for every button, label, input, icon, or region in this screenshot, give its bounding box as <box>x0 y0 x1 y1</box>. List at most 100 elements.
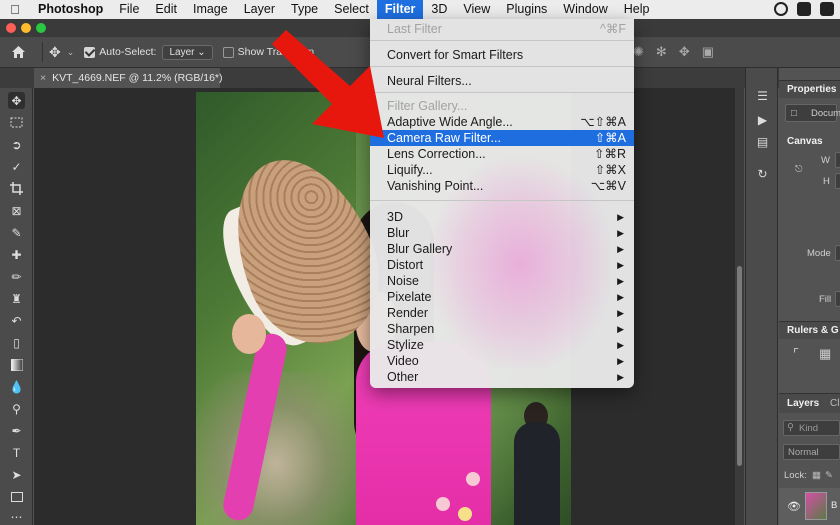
close-tab-icon[interactable]: × <box>40 72 46 84</box>
actions-play-icon[interactable]: ▶ <box>755 112 770 127</box>
menu-item-blur[interactable]: Blur ▶ <box>370 225 634 241</box>
input-source-icon[interactable] <box>820 2 834 16</box>
menu-item-stylize[interactable]: Stylize ▶ <box>370 337 634 353</box>
menu-3d[interactable]: 3D <box>423 0 455 19</box>
zoom-window-button[interactable] <box>36 23 46 33</box>
frame-tool-icon[interactable]: ⊠ <box>8 202 25 219</box>
auto-select-checkbox[interactable] <box>84 46 96 58</box>
menu-layer[interactable]: Layer <box>236 0 283 19</box>
menu-app-photoshop[interactable]: Photoshop <box>30 0 111 19</box>
document-type-label: Docum <box>811 108 840 119</box>
menu-window[interactable]: Window <box>555 0 615 19</box>
height-input[interactable] <box>835 173 840 189</box>
menu-item-video[interactable]: Video ▶ <box>370 353 634 369</box>
layer-visibility-eye-icon[interactable]: 👁 <box>787 500 801 513</box>
roll-3d-icon[interactable]: ✻ <box>656 44 667 60</box>
menu-view[interactable]: View <box>455 0 498 19</box>
menu-item-neural-filters[interactable]: Neural Filters... <box>370 73 634 89</box>
menu-edit[interactable]: Edit <box>147 0 185 19</box>
apple-icon[interactable]:  <box>0 2 30 17</box>
rulers-icon[interactable]: ⌜ <box>793 346 799 362</box>
menu-item-label: Adaptive Wide Angle... <box>387 115 513 129</box>
marquee-tool-icon[interactable] <box>8 114 25 131</box>
eraser-tool-icon[interactable]: ▯ <box>8 334 25 351</box>
pan-3d-icon[interactable]: ✥ <box>679 44 690 60</box>
menu-image[interactable]: Image <box>185 0 236 19</box>
menu-item-camera-raw-filter[interactable]: Camera Raw Filter... ⇧⌘A <box>370 130 634 146</box>
document-tab[interactable]: × KVT_4669.NEF @ 11.2% (RGB/16*) <box>34 68 223 88</box>
path-selection-tool-icon[interactable]: ➤ <box>8 466 25 483</box>
menu-item-noise[interactable]: Noise ▶ <box>370 273 634 289</box>
lock-pixels-icon[interactable]: ▦ <box>812 470 821 481</box>
lock-paint-icon[interactable]: ✎ <box>825 470 833 481</box>
menu-type[interactable]: Type <box>283 0 326 19</box>
width-input[interactable] <box>835 152 840 168</box>
mode-label: Mode <box>807 248 831 259</box>
dodge-tool-icon[interactable]: ⚲ <box>8 400 25 417</box>
video-camera-icon[interactable]: ▣ <box>702 44 714 60</box>
menu-item-lens-correction[interactable]: Lens Correction... ⇧⌘R <box>370 146 634 162</box>
auto-select-dropdown[interactable]: Layer ⌄ <box>162 44 213 60</box>
layer-row[interactable]: 👁 B <box>779 488 840 525</box>
layers-panel-tabs: Layers Cl <box>779 393 840 413</box>
pen-tool-icon[interactable]: ✒ <box>8 422 25 439</box>
orbit-3d-icon[interactable]: ✺ <box>633 44 644 60</box>
link-dimensions-icon[interactable]: ⎋ <box>795 164 803 175</box>
menu-item-vanishing-point[interactable]: Vanishing Point... ⌥⌘V <box>370 178 634 194</box>
quick-selection-tool-icon[interactable]: ✓ <box>8 158 25 175</box>
menu-item-distort[interactable]: Distort ▶ <box>370 257 634 273</box>
home-icon[interactable] <box>0 37 36 68</box>
history-brush-tool-icon[interactable]: ↶ <box>8 312 25 329</box>
grid-icon[interactable]: ▦ <box>819 346 831 362</box>
menu-item-label: Last Filter <box>387 22 442 36</box>
menu-plugins[interactable]: Plugins <box>498 0 555 19</box>
move-tool-icon[interactable]: ✥ <box>49 44 61 61</box>
menu-item-other[interactable]: Other ▶ <box>370 369 634 385</box>
minimize-window-button[interactable] <box>21 23 31 33</box>
menu-item-label: Neural Filters... <box>387 74 472 88</box>
menu-item-pixelate[interactable]: Pixelate ▶ <box>370 289 634 305</box>
divider <box>42 42 43 62</box>
menu-item-render[interactable]: Render ▶ <box>370 305 634 321</box>
rulers-grids-section-header[interactable]: Rulers & G <box>779 321 840 339</box>
tab-channels[interactable]: Cl <box>830 398 839 409</box>
menu-select[interactable]: Select <box>326 0 377 19</box>
canvas-vertical-scrollbar[interactable] <box>735 88 744 525</box>
menu-item-liquify[interactable]: Liquify... ⇧⌘X <box>370 162 634 178</box>
menu-separator <box>370 40 634 41</box>
menu-item-3d[interactable]: 3D ▶ <box>370 209 634 225</box>
menu-file[interactable]: File <box>111 0 147 19</box>
lasso-tool-icon[interactable]: ➲ <box>8 136 25 153</box>
blur-tool-icon[interactable]: 💧 <box>8 378 25 395</box>
notes-panel-icon[interactable]: ▤ <box>755 134 770 149</box>
mode-dropdown[interactable] <box>835 245 840 261</box>
clone-stamp-tool-icon[interactable]: ♜ <box>8 290 25 307</box>
move-tool-icon[interactable]: ✥ <box>8 92 25 109</box>
gradient-tool-icon[interactable] <box>8 356 25 373</box>
crop-tool-icon[interactable] <box>8 180 25 197</box>
rectangle-tool-icon[interactable] <box>8 488 25 505</box>
menu-item-convert-for-smart-filters[interactable]: Convert for Smart Filters <box>370 47 634 63</box>
creative-cloud-icon[interactable] <box>774 2 788 16</box>
chevron-down-icon[interactable]: ⌄ <box>67 47 75 58</box>
canvas-section-header[interactable]: Canvas <box>779 136 840 147</box>
tab-layers[interactable]: Layers <box>787 398 819 409</box>
menu-help[interactable]: Help <box>616 0 658 19</box>
type-tool-icon[interactable]: T <box>8 444 25 461</box>
healing-brush-tool-icon[interactable]: ✚ <box>8 246 25 263</box>
menu-item-sharpen[interactable]: Sharpen ▶ <box>370 321 634 337</box>
close-window-button[interactable] <box>6 23 16 33</box>
menu-item-blur-gallery[interactable]: Blur Gallery ▶ <box>370 241 634 257</box>
more-tools-icon[interactable]: ⋯ <box>8 508 25 525</box>
show-transform-checkbox[interactable] <box>222 46 234 58</box>
menu-item-adaptive-wide-angle[interactable]: Adaptive Wide Angle... ⌥⇧⌘A <box>370 114 634 130</box>
history-panel-icon[interactable]: ☰ <box>755 88 770 103</box>
adjustments-panel-icon[interactable]: ↻ <box>755 166 770 181</box>
eyedropper-tool-icon[interactable]: ✎ <box>8 224 25 241</box>
properties-panel-title[interactable]: Properties <box>779 80 840 98</box>
status-app-icon[interactable] <box>797 2 811 16</box>
fill-dropdown[interactable] <box>835 291 840 307</box>
menu-filter[interactable]: Filter <box>376 0 424 19</box>
scrollbar-thumb[interactable] <box>737 266 742 466</box>
brush-tool-icon[interactable]: ✏ <box>8 268 25 285</box>
